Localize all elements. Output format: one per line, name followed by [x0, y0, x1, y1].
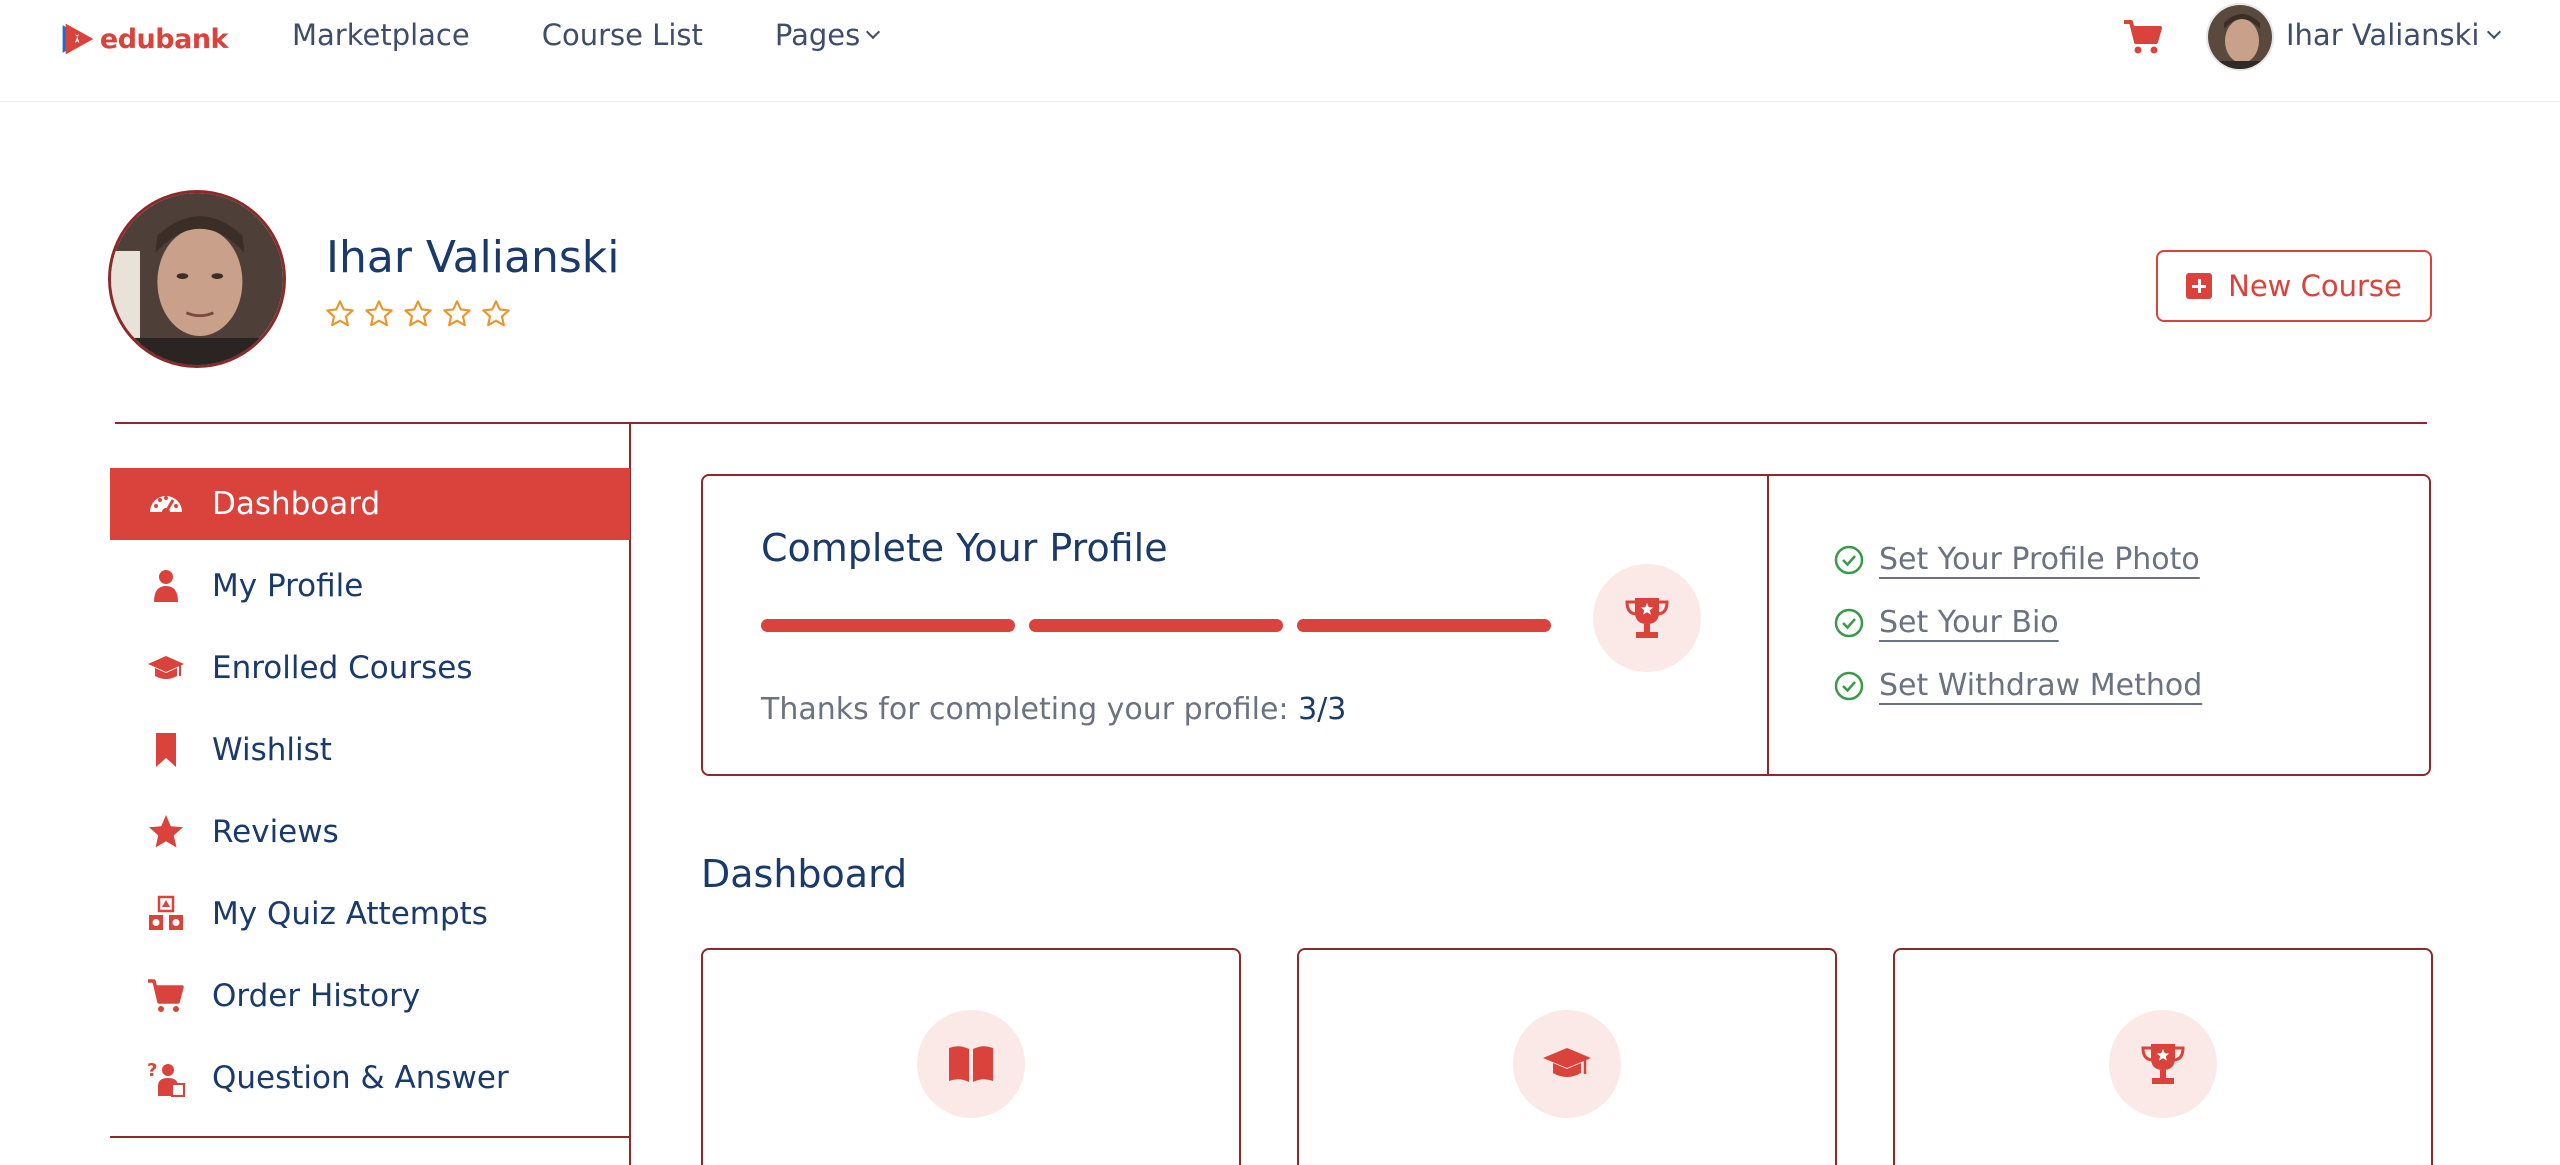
sidebar-item-label: Reviews [212, 814, 339, 850]
nav-course-list-label: Course List [541, 18, 703, 52]
trophy-badge [1593, 564, 1701, 672]
question-person-icon: ? [146, 1058, 186, 1098]
progress-segment [761, 619, 1015, 632]
check-circle-icon [1834, 671, 1864, 700]
stat-card-enrolled [701, 948, 1241, 1165]
nav-marketplace-label: Marketplace [292, 18, 470, 52]
stat-card-completed [1893, 948, 2433, 1165]
complete-profile-status: Thanks for completing your profile: 3/3 [761, 692, 1346, 727]
sidebar-item-enrolled-courses[interactable]: Enrolled Courses [110, 632, 630, 704]
shapes-icon [146, 894, 186, 934]
check-circle-icon [1834, 608, 1864, 637]
cart-icon[interactable] [2122, 18, 2164, 56]
star-outline-icon [404, 300, 432, 327]
profile-name: Ihar Valianski [326, 232, 620, 283]
avatar-photo [2208, 5, 2272, 69]
sidebar-item-my-profile[interactable]: My Profile [110, 550, 630, 622]
sidebar: Dashboard My Profile Enrolled Courses Wi… [110, 468, 630, 1124]
checklist-item-withdraw[interactable]: Set Withdraw Method [1833, 668, 2202, 703]
stat-card-courses [1297, 948, 1837, 1165]
star-outline-icon [326, 300, 354, 327]
progress-segment [1029, 619, 1283, 632]
sidebar-item-label: Enrolled Courses [212, 650, 473, 686]
dashboard-title: Dashboard [701, 852, 908, 896]
divider [115, 422, 2427, 424]
svg-text:?: ? [147, 1060, 157, 1081]
status-prefix: Thanks for completing your profile: [761, 692, 1299, 727]
checklist-link[interactable]: Set Your Bio [1879, 605, 2059, 640]
logo-text: edubank [99, 23, 229, 55]
dashboard-gauge-icon [146, 484, 186, 524]
logo[interactable]: edubank [58, 13, 229, 65]
rating-stars [324, 298, 519, 330]
profile-progress-bar [761, 619, 1565, 632]
complete-profile-checklist: Set Your Profile Photo Set Your Bio Set … [1769, 476, 2429, 774]
user-avatar[interactable] [2206, 3, 2274, 71]
profile-avatar [108, 190, 286, 368]
sidebar-item-quiz-attempts[interactable]: My Quiz Attempts [110, 878, 630, 950]
chevron-down-icon [2487, 24, 2502, 40]
user-menu[interactable]: Ihar Valianski [2286, 18, 2502, 52]
checklist-link[interactable]: Set Your Profile Photo [1879, 542, 2200, 577]
complete-profile-progress: Complete Your Profile Thanks for complet… [703, 476, 1769, 774]
status-value: 3/3 [1298, 692, 1347, 727]
complete-profile-card: Complete Your Profile Thanks for complet… [701, 474, 2431, 776]
sidebar-item-wishlist[interactable]: Wishlist [110, 714, 630, 786]
sidebar-bottom-divider [110, 1136, 630, 1138]
star-outline-icon [443, 300, 471, 327]
star-outline-icon [365, 300, 393, 327]
stat-icon-badge [917, 1010, 1025, 1118]
stat-icon-badge [1513, 1010, 1621, 1118]
sidebar-item-label: Dashboard [212, 486, 381, 522]
trophy-icon [2141, 1044, 2185, 1084]
star-outline-icon [482, 300, 510, 327]
chevron-down-icon [866, 24, 881, 40]
trophy-icon [1625, 598, 1669, 638]
check-circle-icon [1834, 545, 1864, 574]
sidebar-item-label: Order History [212, 978, 421, 1014]
new-course-label: New Course [2228, 269, 2402, 303]
checklist-link[interactable]: Set Withdraw Method [1879, 668, 2202, 703]
user-icon [146, 566, 186, 606]
profile-photo [111, 193, 283, 365]
bookmark-icon [146, 730, 186, 770]
logo-icon [62, 23, 94, 55]
nav-pages[interactable]: Pages [774, 18, 881, 52]
complete-profile-title: Complete Your Profile [761, 526, 1168, 570]
graduation-cap-icon [1543, 1048, 1591, 1077]
nav-marketplace[interactable]: Marketplace [292, 18, 470, 52]
checklist-item-bio[interactable]: Set Your Bio [1833, 605, 2059, 640]
star-icon [146, 812, 186, 852]
sidebar-item-order-history[interactable]: Order History [110, 960, 630, 1032]
sidebar-item-dashboard[interactable]: Dashboard [110, 468, 630, 540]
graduation-cap-icon [146, 648, 186, 688]
sidebar-item-reviews[interactable]: Reviews [110, 796, 630, 868]
plus-square-icon [2186, 273, 2213, 299]
checklist-item-photo[interactable]: Set Your Profile Photo [1833, 542, 2200, 577]
top-header: edubank Marketplace Course List Pages Ih… [0, 0, 2560, 102]
sidebar-item-label: My Profile [212, 568, 364, 604]
progress-segment [1297, 619, 1551, 632]
sidebar-item-label: Question & Answer [212, 1060, 509, 1096]
new-course-button[interactable]: New Course [2156, 250, 2432, 322]
nav-pages-label: Pages [774, 18, 861, 52]
user-name-label: Ihar Valianski [2286, 18, 2480, 52]
sidebar-item-question-answer[interactable]: ? Question & Answer [110, 1042, 630, 1114]
sidebar-item-label: Wishlist [212, 732, 332, 768]
book-open-icon [949, 1046, 993, 1082]
nav-course-list[interactable]: Course List [542, 18, 703, 52]
sidebar-item-label: My Quiz Attempts [212, 896, 488, 932]
main-nav: Marketplace Course List Pages [292, 18, 950, 52]
stat-icon-badge [2109, 1010, 2217, 1118]
cart-icon [146, 976, 186, 1016]
